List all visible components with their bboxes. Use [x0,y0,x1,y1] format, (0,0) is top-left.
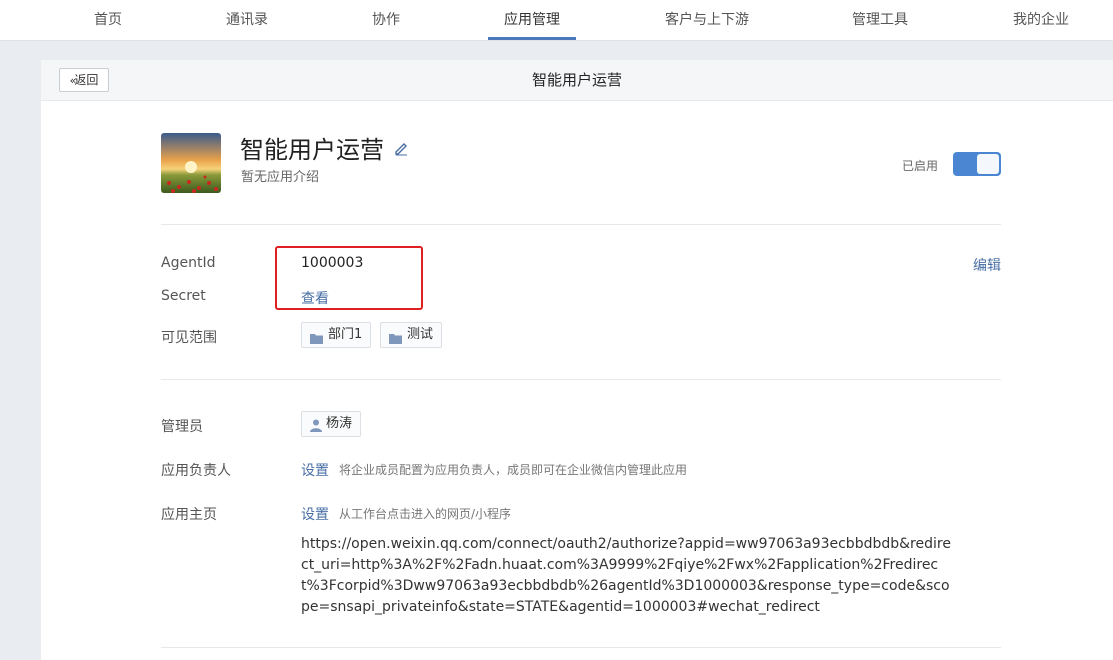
divider [161,647,1001,648]
app-icon-image [161,133,221,193]
admin-label: 管理员 [161,419,203,435]
app-name: 智能用户运营 [240,136,384,164]
enable-toggle[interactable] [953,152,1001,176]
homepage-url: https://open.weixin.qq.com/connect/oauth… [301,536,951,615]
nav-item-contacts[interactable]: 通讯录 [210,0,284,40]
back-button[interactable]: «返回 [59,68,109,92]
back-button-label: 返回 [74,73,99,87]
homepage-hint: 从工作台点击进入的网页/小程序 [339,507,512,521]
owner-label: 应用负责人 [161,463,231,479]
agentid-label: AgentId [161,255,216,271]
app-detail-card: 智能用户运营 «返回 智能用户运营 暂无应用介绍 已启用 AgentId 100… [41,60,1113,660]
divider [161,379,1001,380]
visibility-tag-label: 测试 [407,327,434,342]
status-label: 已启用 [902,159,939,173]
nav-item-app-management-label: 应用管理 [504,12,560,28]
homepage-set-link[interactable]: 设置 [301,504,329,524]
nav-item-partners[interactable]: 客户与上下游 [656,0,758,40]
visibility-tag[interactable]: 测试 [380,322,442,348]
visibility-tag[interactable]: 部门1 [301,322,371,348]
app-description: 暂无应用介绍 [241,170,320,185]
top-navigation: 首页 通讯录 协作 应用管理 客户与上下游 管理工具 我的企业 [0,0,1113,41]
nav-item-collaboration[interactable]: 协作 [356,0,416,40]
page-title: 智能用户运营 [531,71,622,89]
divider [161,224,1001,225]
admin-user-name: 杨涛 [326,416,353,431]
secret-label: Secret [161,288,206,304]
active-tab-indicator [488,37,576,40]
nav-item-home[interactable]: 首页 [78,0,138,40]
pencil-icon[interactable] [393,140,409,156]
folder-icon [310,329,323,353]
user-icon [310,417,322,441]
edit-link[interactable]: 编辑 [973,255,1001,275]
toggle-knob [977,154,999,174]
folder-icon [389,329,402,353]
visibility-label: 可见范围 [161,330,217,346]
nav-item-admin-tools[interactable]: 管理工具 [838,0,922,40]
highlight-annotation-box [275,246,423,310]
nav-item-my-enterprise[interactable]: 我的企业 [998,0,1084,40]
card-header: 智能用户运营 «返回 [41,60,1113,101]
nav-item-app-management[interactable]: 应用管理 [488,0,576,40]
admin-user-tag[interactable]: 杨涛 [301,411,361,437]
homepage-label: 应用主页 [161,507,217,523]
owner-set-link[interactable]: 设置 [301,460,329,480]
owner-hint: 将企业成员配置为应用负责人，成员即可在企业微信内管理此应用 [339,463,688,477]
visibility-tag-label: 部门1 [328,327,363,342]
